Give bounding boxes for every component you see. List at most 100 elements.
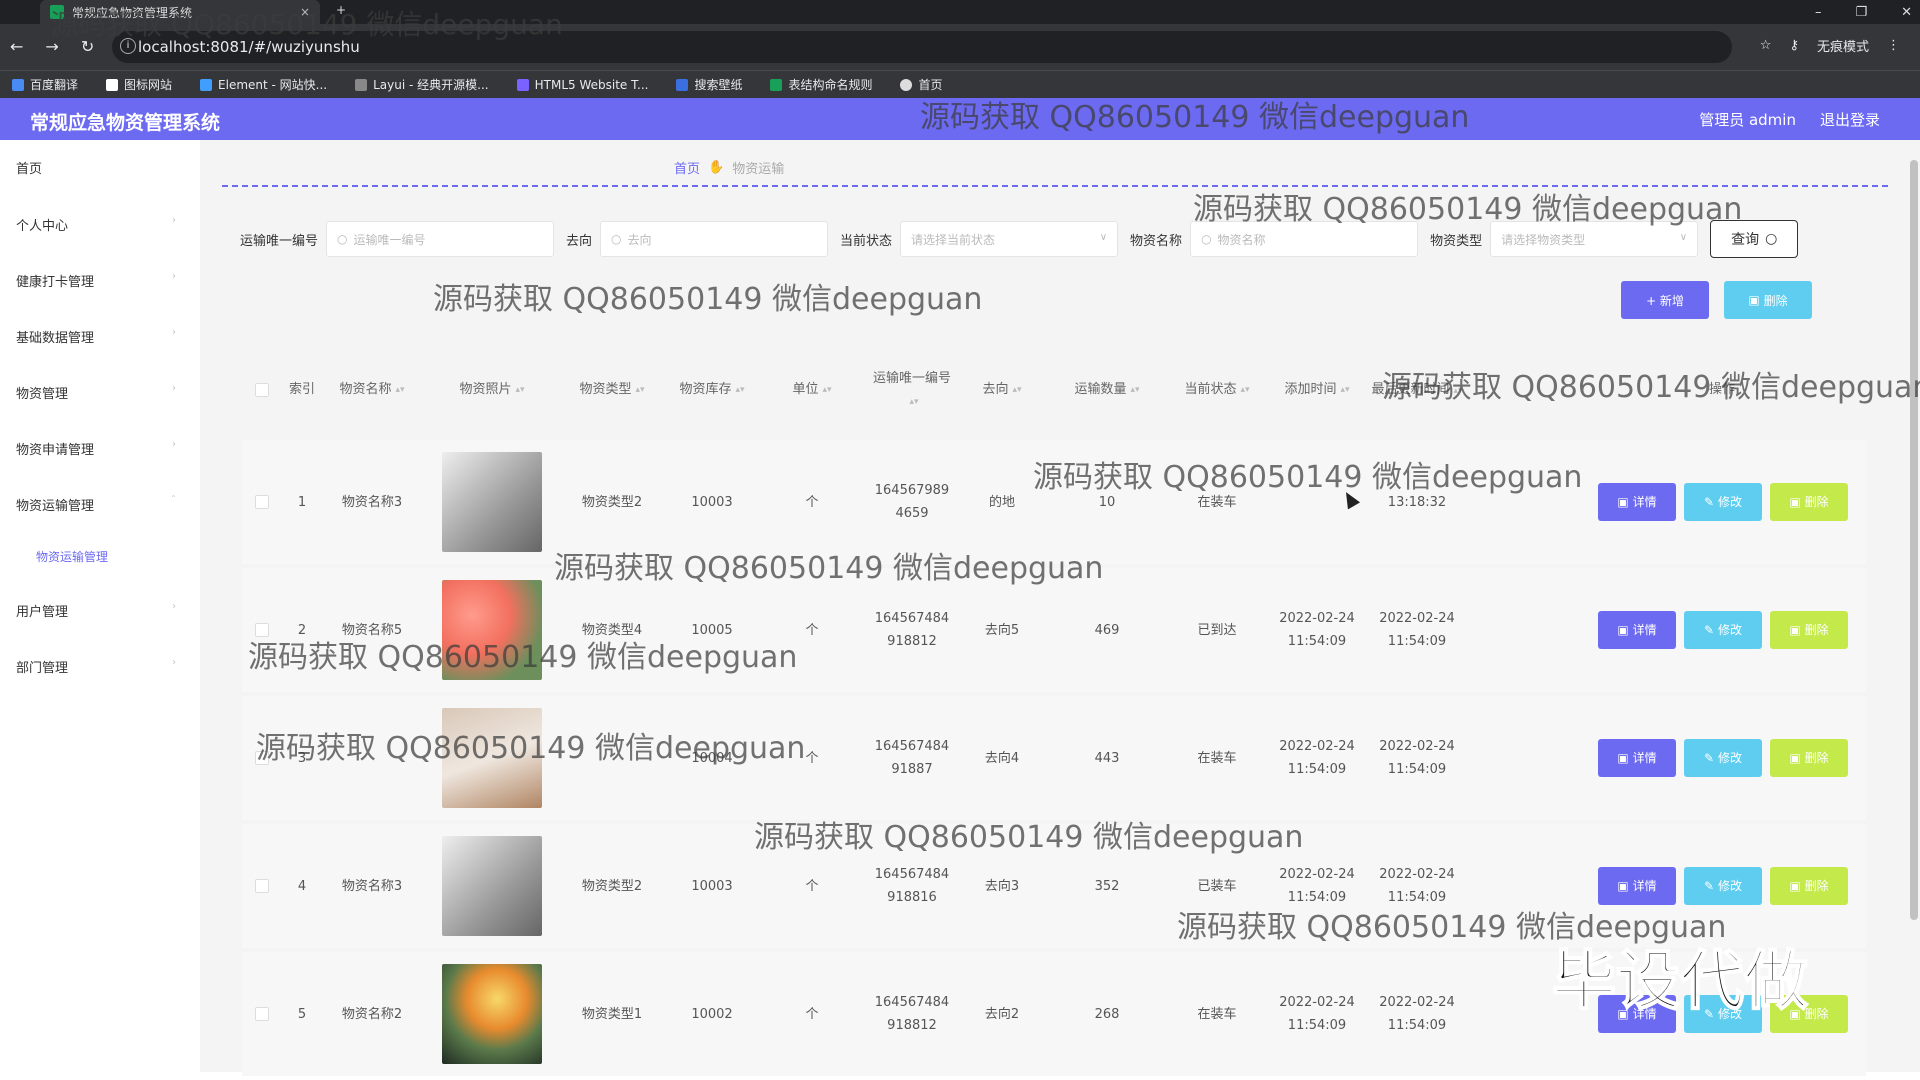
detail-button[interactable]: ▣ 详情: [1598, 867, 1676, 905]
restore-icon[interactable]: ❐: [1855, 5, 1867, 20]
col-header[interactable]: 物资类型 ▴▾: [562, 340, 662, 440]
cell-unit: 个: [805, 750, 819, 766]
forward-icon[interactable]: →: [45, 37, 58, 56]
stamp-text: 毕设代做: [1551, 944, 1809, 1020]
minimize-icon[interactable]: –: [1815, 5, 1822, 20]
col-header[interactable]: 运输数量 ▴▾: [1047, 340, 1167, 440]
supply-photo[interactable]: [442, 964, 542, 1064]
cell-stock: 10004: [691, 750, 733, 766]
delete-button[interactable]: ▣ 删除: [1770, 867, 1848, 905]
row-checkbox[interactable]: [242, 824, 282, 948]
supply-photo[interactable]: [442, 836, 542, 936]
cell-added: 2022-02-24 11:54:09: [1279, 867, 1355, 905]
edit-button[interactable]: ✎ 修改: [1684, 739, 1762, 777]
new-tab-icon[interactable]: +: [336, 3, 346, 17]
query-button[interactable]: 查询 ○: [1710, 220, 1799, 258]
key-icon[interactable]: ⚷: [1789, 38, 1799, 53]
sort-icon: ▴▾: [1453, 385, 1463, 396]
add-button[interactable]: + 新增: [1621, 281, 1709, 319]
col-header[interactable]: 物资名称 ▴▾: [322, 340, 422, 440]
row-checkbox[interactable]: [242, 696, 282, 820]
bookmark-item[interactable]: Element - 网站快...: [200, 76, 327, 93]
select-all-checkbox[interactable]: [242, 340, 282, 440]
supply-name-input[interactable]: ○ 物资名称: [1190, 221, 1419, 257]
transport-no-input[interactable]: ○ 运输唯一编号: [326, 221, 555, 257]
bookmark-icon: [676, 78, 689, 91]
sort-icon: ▴▾: [909, 396, 919, 407]
detail-button[interactable]: ▣ 详情: [1598, 483, 1676, 521]
sidebar-item-applications[interactable]: 物资申请管理 ›: [16, 439, 176, 458]
destination-input[interactable]: ○ 去向: [600, 221, 829, 257]
sidebar-item-base-data[interactable]: 基础数据管理 ›: [16, 327, 176, 346]
delete-button[interactable]: ▣ 删除: [1770, 739, 1848, 777]
table-row: 2 物资名称5 物资类型4 10005 个 164567484 918812 去向5 469 已…: [242, 568, 1866, 692]
supply-photo-cell: [432, 440, 552, 564]
tab-close-icon[interactable]: ×: [300, 5, 310, 19]
url-field[interactable]: i localhost:8081/#/wuziyunshu: [112, 31, 1732, 63]
bookmark-item[interactable]: 表结构命名规则: [770, 76, 872, 93]
bookmark-item[interactable]: HTML5 Website T...: [516, 78, 648, 92]
delete-button[interactable]: ▣ 删除: [1770, 611, 1848, 649]
site-info-icon[interactable]: i: [120, 38, 136, 54]
sidebar-item-home[interactable]: 首页: [16, 158, 176, 177]
sidebar-item-health[interactable]: 健康打卡管理 ›: [16, 271, 176, 290]
row-checkbox[interactable]: [242, 440, 282, 564]
scrollbar[interactable]: [1910, 160, 1918, 920]
edit-button[interactable]: ✎ 修改: [1684, 611, 1762, 649]
chevron-icon: ›: [172, 327, 176, 338]
col-header[interactable]: 物资照片 ▴▾: [432, 340, 552, 440]
sidebar-item-supplies[interactable]: 物资管理 ›: [16, 383, 176, 402]
breadcrumb-home[interactable]: 首页: [674, 158, 700, 177]
reload-icon[interactable]: ↻: [81, 37, 94, 56]
back-icon[interactable]: ←: [10, 37, 23, 56]
search-icon: ○: [1201, 232, 1212, 246]
cell-status: 在装车: [1197, 494, 1237, 510]
supply-photo[interactable]: [442, 452, 542, 552]
delete-button[interactable]: ▣ 删除: [1770, 483, 1848, 521]
col-header[interactable]: 物资库存 ▴▾: [662, 340, 762, 440]
col-header[interactable]: 单位 ▴▾: [762, 340, 862, 440]
edit-button[interactable]: ✎ 修改: [1684, 483, 1762, 521]
supply-photo-cell: [432, 952, 552, 1076]
edit-button[interactable]: ✎ 修改: [1684, 867, 1762, 905]
sidebar-subitem-transport[interactable]: 物资运输管理: [36, 548, 108, 565]
col-header[interactable]: 当前状态 ▴▾: [1172, 340, 1262, 440]
col-header[interactable]: 运输唯一编号▴▾: [872, 340, 952, 440]
status-select[interactable]: 请选择当前状态 ∨: [900, 221, 1119, 257]
sidebar-item-transport[interactable]: 物资运输管理 ˆ: [16, 495, 176, 514]
filter-label: 物资名称: [1130, 233, 1183, 249]
chevron-icon: ›: [172, 439, 176, 450]
supply-photo[interactable]: [442, 580, 542, 680]
col-header[interactable]: 添加时间 ▴▾: [1267, 340, 1367, 440]
browser-tab[interactable]: 常规应急物资管理系统 ×: [40, 0, 320, 24]
logout-link[interactable]: 退出登录: [1820, 109, 1880, 130]
bookmark-item[interactable]: Layui - 经典开源模...: [355, 76, 489, 93]
sidebar-item-users[interactable]: 用户管理 ›: [16, 601, 176, 620]
more-icon[interactable]: ⋮: [1887, 38, 1900, 53]
row-actions: ▣ 详情 ✎ 修改 ▣ 删除: [1578, 568, 1868, 692]
row-checkbox[interactable]: [242, 952, 282, 1076]
supply-photo[interactable]: [442, 708, 542, 808]
sidebar-item-departments[interactable]: 部门管理 ›: [16, 657, 176, 676]
bookmark-item[interactable]: 首页: [900, 76, 943, 93]
star-icon[interactable]: ☆: [1760, 38, 1772, 53]
detail-button[interactable]: ▣ 详情: [1598, 739, 1676, 777]
supply-type-select[interactable]: 请选择物资类型 ∨: [1490, 221, 1699, 257]
supply-photo-cell: [432, 696, 552, 820]
col-header[interactable]: 最后更新时间 ▴▾: [1367, 340, 1467, 440]
row-checkbox[interactable]: [242, 568, 282, 692]
batch-delete-button[interactable]: ▣ 删除: [1724, 281, 1812, 319]
cell-updated: 2022-02-24 11:54:09: [1379, 867, 1455, 905]
cell-stock: 10003: [691, 494, 733, 510]
bookmark-item[interactable]: 百度翻译: [12, 76, 78, 93]
col-header[interactable]: 去向 ▴▾: [962, 340, 1042, 440]
window-close-icon[interactable]: ✕: [1901, 5, 1912, 20]
bookmark-item[interactable]: 图标网站: [106, 76, 172, 93]
breadcrumb: 首页 ✋ 物资运输: [674, 158, 784, 177]
detail-button[interactable]: ▣ 详情: [1598, 611, 1676, 649]
incognito-profile[interactable]: 无痕模式: [1817, 36, 1869, 55]
sidebar-item-profile[interactable]: 个人中心 ›: [16, 215, 176, 234]
bookmark-item[interactable]: 搜索壁纸: [676, 76, 742, 93]
row-actions: ▣ 详情 ✎ 修改 ▣ 删除: [1578, 696, 1868, 820]
cell-type: [562, 696, 662, 820]
